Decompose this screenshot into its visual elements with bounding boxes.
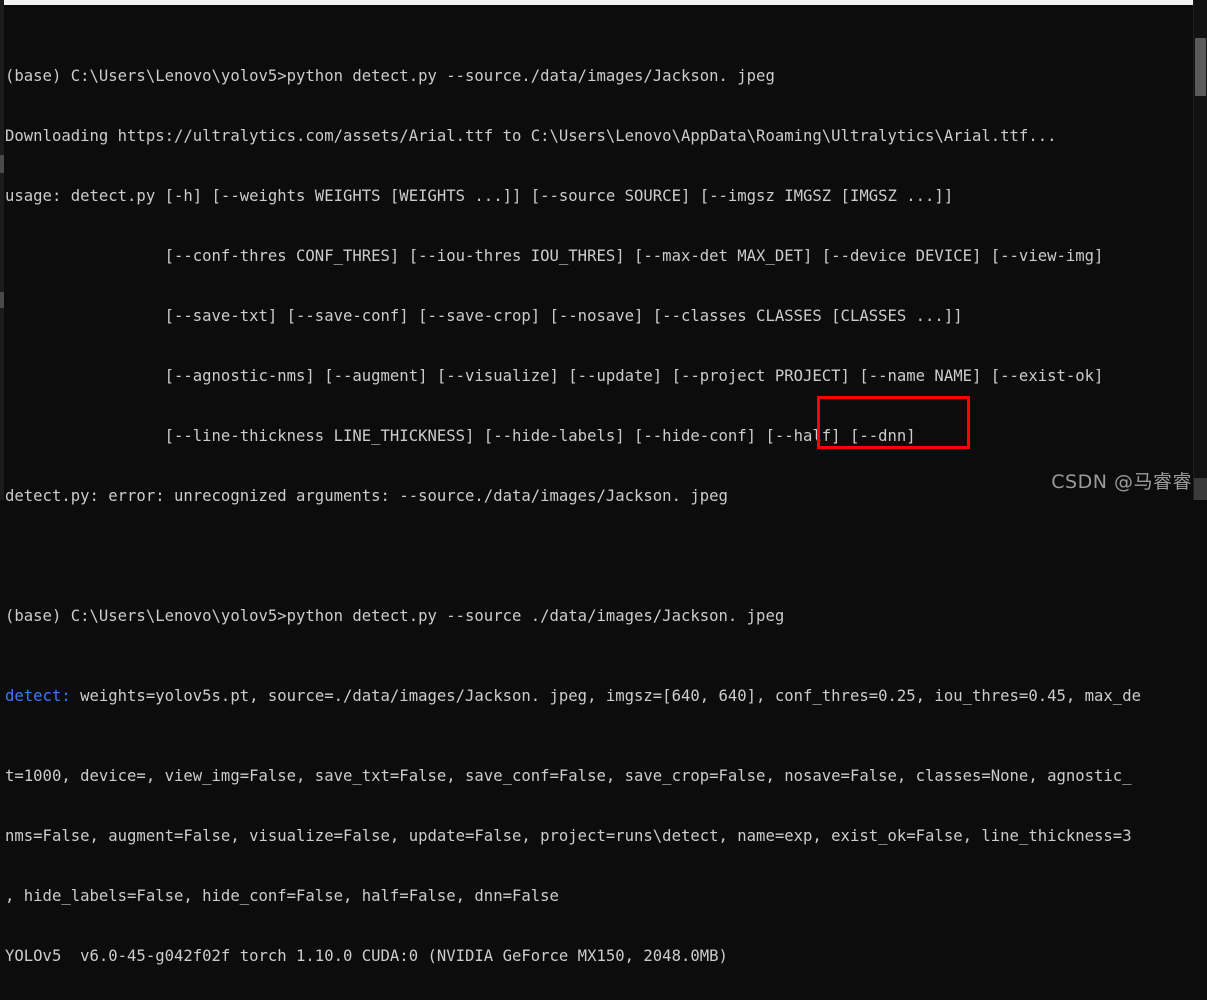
- console-line: [--conf-thres CONF_THRES] [--iou-thres I…: [5, 247, 1104, 265]
- window-left-border-mark-1: [0, 155, 4, 173]
- console-line-error: detect.py: error: unrecognized arguments…: [5, 487, 728, 505]
- window-left-border: [0, 0, 4, 500]
- scrollbar-thumb[interactable]: [1195, 38, 1206, 96]
- console-line: [--line-thickness LINE_THICKNESS] [--hid…: [5, 427, 916, 445]
- console-output[interactable]: (base) C:\Users\Lenovo\yolov5>python det…: [5, 6, 1195, 1000]
- console-line: nms=False, augment=False, visualize=Fals…: [5, 827, 1132, 845]
- console-line-args-text: weights=yolov5s.pt, source=./data/images…: [70, 687, 1141, 705]
- console-line: , hide_labels=False, hide_conf=False, ha…: [5, 887, 559, 905]
- csdn-watermark: CSDN @马睿睿: [1051, 471, 1192, 493]
- scrollbar-corner: [1194, 478, 1207, 500]
- window-top-border: [0, 0, 1207, 5]
- console-line: (base) C:\Users\Lenovo\yolov5>python det…: [5, 67, 775, 85]
- console-line-args: detect: weights=yolov5s.pt, source=./dat…: [5, 686, 1195, 706]
- console-line: [--agnostic-nms] [--augment] [--visualiz…: [5, 367, 1104, 385]
- console-line-version: YOLOv5 v6.0-45-g042f02f torch 1.10.0 CUD…: [5, 947, 728, 965]
- detect-label: detect:: [5, 687, 71, 705]
- console-line: t=1000, device=, view_img=False, save_tx…: [5, 767, 1132, 785]
- console-line-prompt: (base) C:\Users\Lenovo\yolov5>python det…: [5, 607, 785, 625]
- window-left-border-mark-2: [0, 292, 4, 308]
- terminal-window[interactable]: (base) C:\Users\Lenovo\yolov5>python det…: [0, 0, 1207, 965]
- vertical-scrollbar[interactable]: [1193, 0, 1207, 500]
- console-line: usage: detect.py [-h] [--weights WEIGHTS…: [5, 187, 954, 205]
- console-line: Downloading https://ultralytics.com/asse…: [5, 127, 1057, 145]
- console-line: [--save-txt] [--save-conf] [--save-crop]…: [5, 307, 963, 325]
